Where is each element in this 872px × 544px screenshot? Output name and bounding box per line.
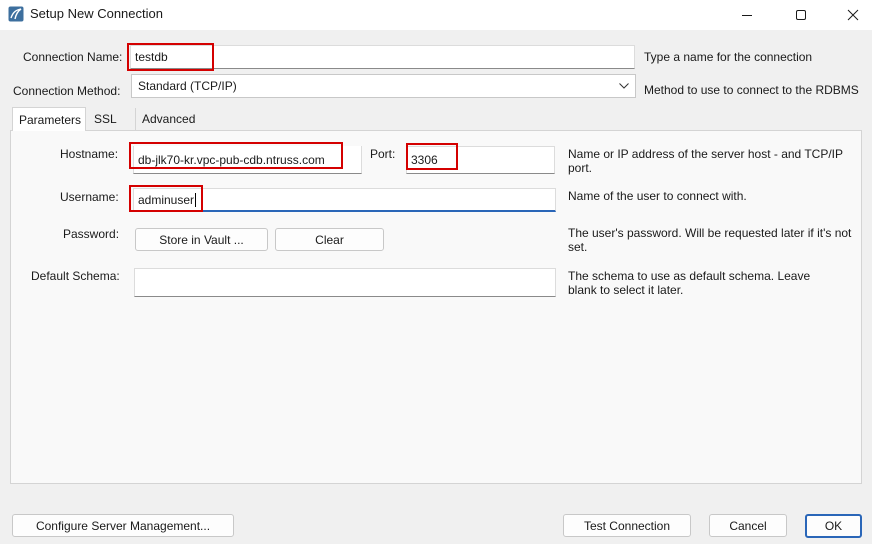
hostname-label: Hostname: bbox=[60, 147, 119, 161]
username-input[interactable]: adminuser bbox=[133, 188, 556, 212]
port-value: 3306 bbox=[411, 153, 438, 167]
test-connection-button[interactable]: Test Connection bbox=[563, 514, 691, 537]
connection-name-value: testdb bbox=[135, 50, 168, 64]
tab-parameters[interactable]: Parameters bbox=[12, 107, 86, 131]
default-schema-hint: The schema to use as default schema. Lea… bbox=[568, 269, 811, 297]
tab-ssl[interactable]: SSL bbox=[88, 108, 128, 130]
chevron-down-icon bbox=[619, 83, 629, 89]
connection-method-value: Standard (TCP/IP) bbox=[138, 79, 237, 93]
configure-server-management-button[interactable]: Configure Server Management... bbox=[12, 514, 234, 537]
connection-method-label: Connection Method: bbox=[13, 84, 121, 98]
username-label: Username: bbox=[60, 190, 119, 204]
username-value: adminuser bbox=[138, 192, 195, 207]
maximize-icon bbox=[796, 10, 806, 20]
username-hint: Name of the user to connect with. bbox=[568, 189, 747, 203]
connection-method-hint: Method to use to connect to the RDBMS bbox=[644, 83, 859, 97]
mysql-workbench-icon bbox=[8, 6, 24, 22]
connection-name-hint: Type a name for the connection bbox=[644, 50, 813, 64]
minimize-icon bbox=[742, 15, 752, 16]
parameters-tab-panel bbox=[10, 130, 862, 484]
ok-button[interactable]: OK bbox=[805, 514, 862, 538]
connection-name-input[interactable]: testdb bbox=[130, 45, 635, 69]
port-label: Port: bbox=[370, 147, 396, 161]
close-icon bbox=[847, 9, 859, 21]
text-cursor bbox=[195, 192, 197, 207]
connection-name-label: Connection Name: bbox=[23, 50, 123, 64]
clear-password-button[interactable]: Clear bbox=[275, 228, 384, 251]
port-input[interactable]: 3306 bbox=[406, 146, 555, 174]
window-title: Setup New Connection bbox=[30, 6, 163, 21]
close-button[interactable] bbox=[830, 0, 872, 30]
hostname-input[interactable]: db-jlk70-kr.vpc-pub-cdb.ntruss.com bbox=[133, 146, 362, 174]
default-schema-label: Default Schema: bbox=[31, 269, 120, 283]
maximize-button[interactable] bbox=[778, 0, 824, 30]
password-hint: The user's password. Will be requested l… bbox=[568, 226, 852, 254]
default-schema-input[interactable] bbox=[134, 268, 556, 297]
cancel-button[interactable]: Cancel bbox=[709, 514, 787, 537]
password-label: Password: bbox=[63, 227, 120, 241]
hostname-hint: Name or IP address of the server host - … bbox=[568, 147, 843, 175]
minimize-button[interactable] bbox=[724, 0, 770, 30]
store-in-vault-button[interactable]: Store in Vault ... bbox=[135, 228, 268, 251]
connection-method-select[interactable]: Standard (TCP/IP) bbox=[131, 74, 636, 98]
tab-advanced[interactable]: Advanced bbox=[135, 108, 201, 130]
hostname-value: db-jlk70-kr.vpc-pub-cdb.ntruss.com bbox=[138, 152, 325, 167]
